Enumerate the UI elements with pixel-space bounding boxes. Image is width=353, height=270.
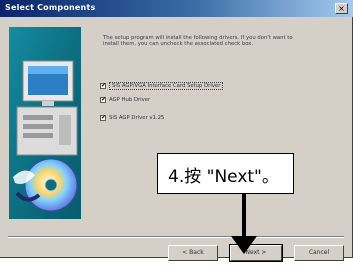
callout-text: 4.按 "Next"。 [168,167,279,187]
cancel-button[interactable]: Cancel [294,245,344,261]
title-bar: Select Components × [0,0,353,17]
option-label: SiS AGP Driver v1.25 [109,115,165,121]
divider [8,236,344,238]
back-button[interactable]: < Back [168,245,218,261]
option-driver-2[interactable]: ✔ AGP Hub Driver [100,97,150,103]
option-driver-3[interactable]: ✔ SiS AGP Driver v1.25 [100,115,164,121]
setup-dialog: Select Components × The setup program wi… [0,0,353,262]
option-driver-1[interactable]: ✔ SiS AGP/VGA Interface Card Setup Drive… [100,82,224,90]
window-title: Select Components [5,3,96,12]
down-arrow-icon [231,194,257,254]
checkbox[interactable]: ✔ [100,115,106,121]
instruction-callout: 4.按 "Next"。 [157,153,294,194]
option-label: AGP Hub Driver [109,97,151,103]
checkbox[interactable]: ✔ [100,97,106,103]
instruction-text: The setup program will install the follo… [103,35,293,48]
checkbox[interactable]: ✔ [100,83,106,89]
close-button[interactable]: × [335,3,348,14]
computer-and-cd-icon [9,27,81,219]
option-label: SiS AGP/VGA Interface Card Setup Driver [109,82,224,90]
